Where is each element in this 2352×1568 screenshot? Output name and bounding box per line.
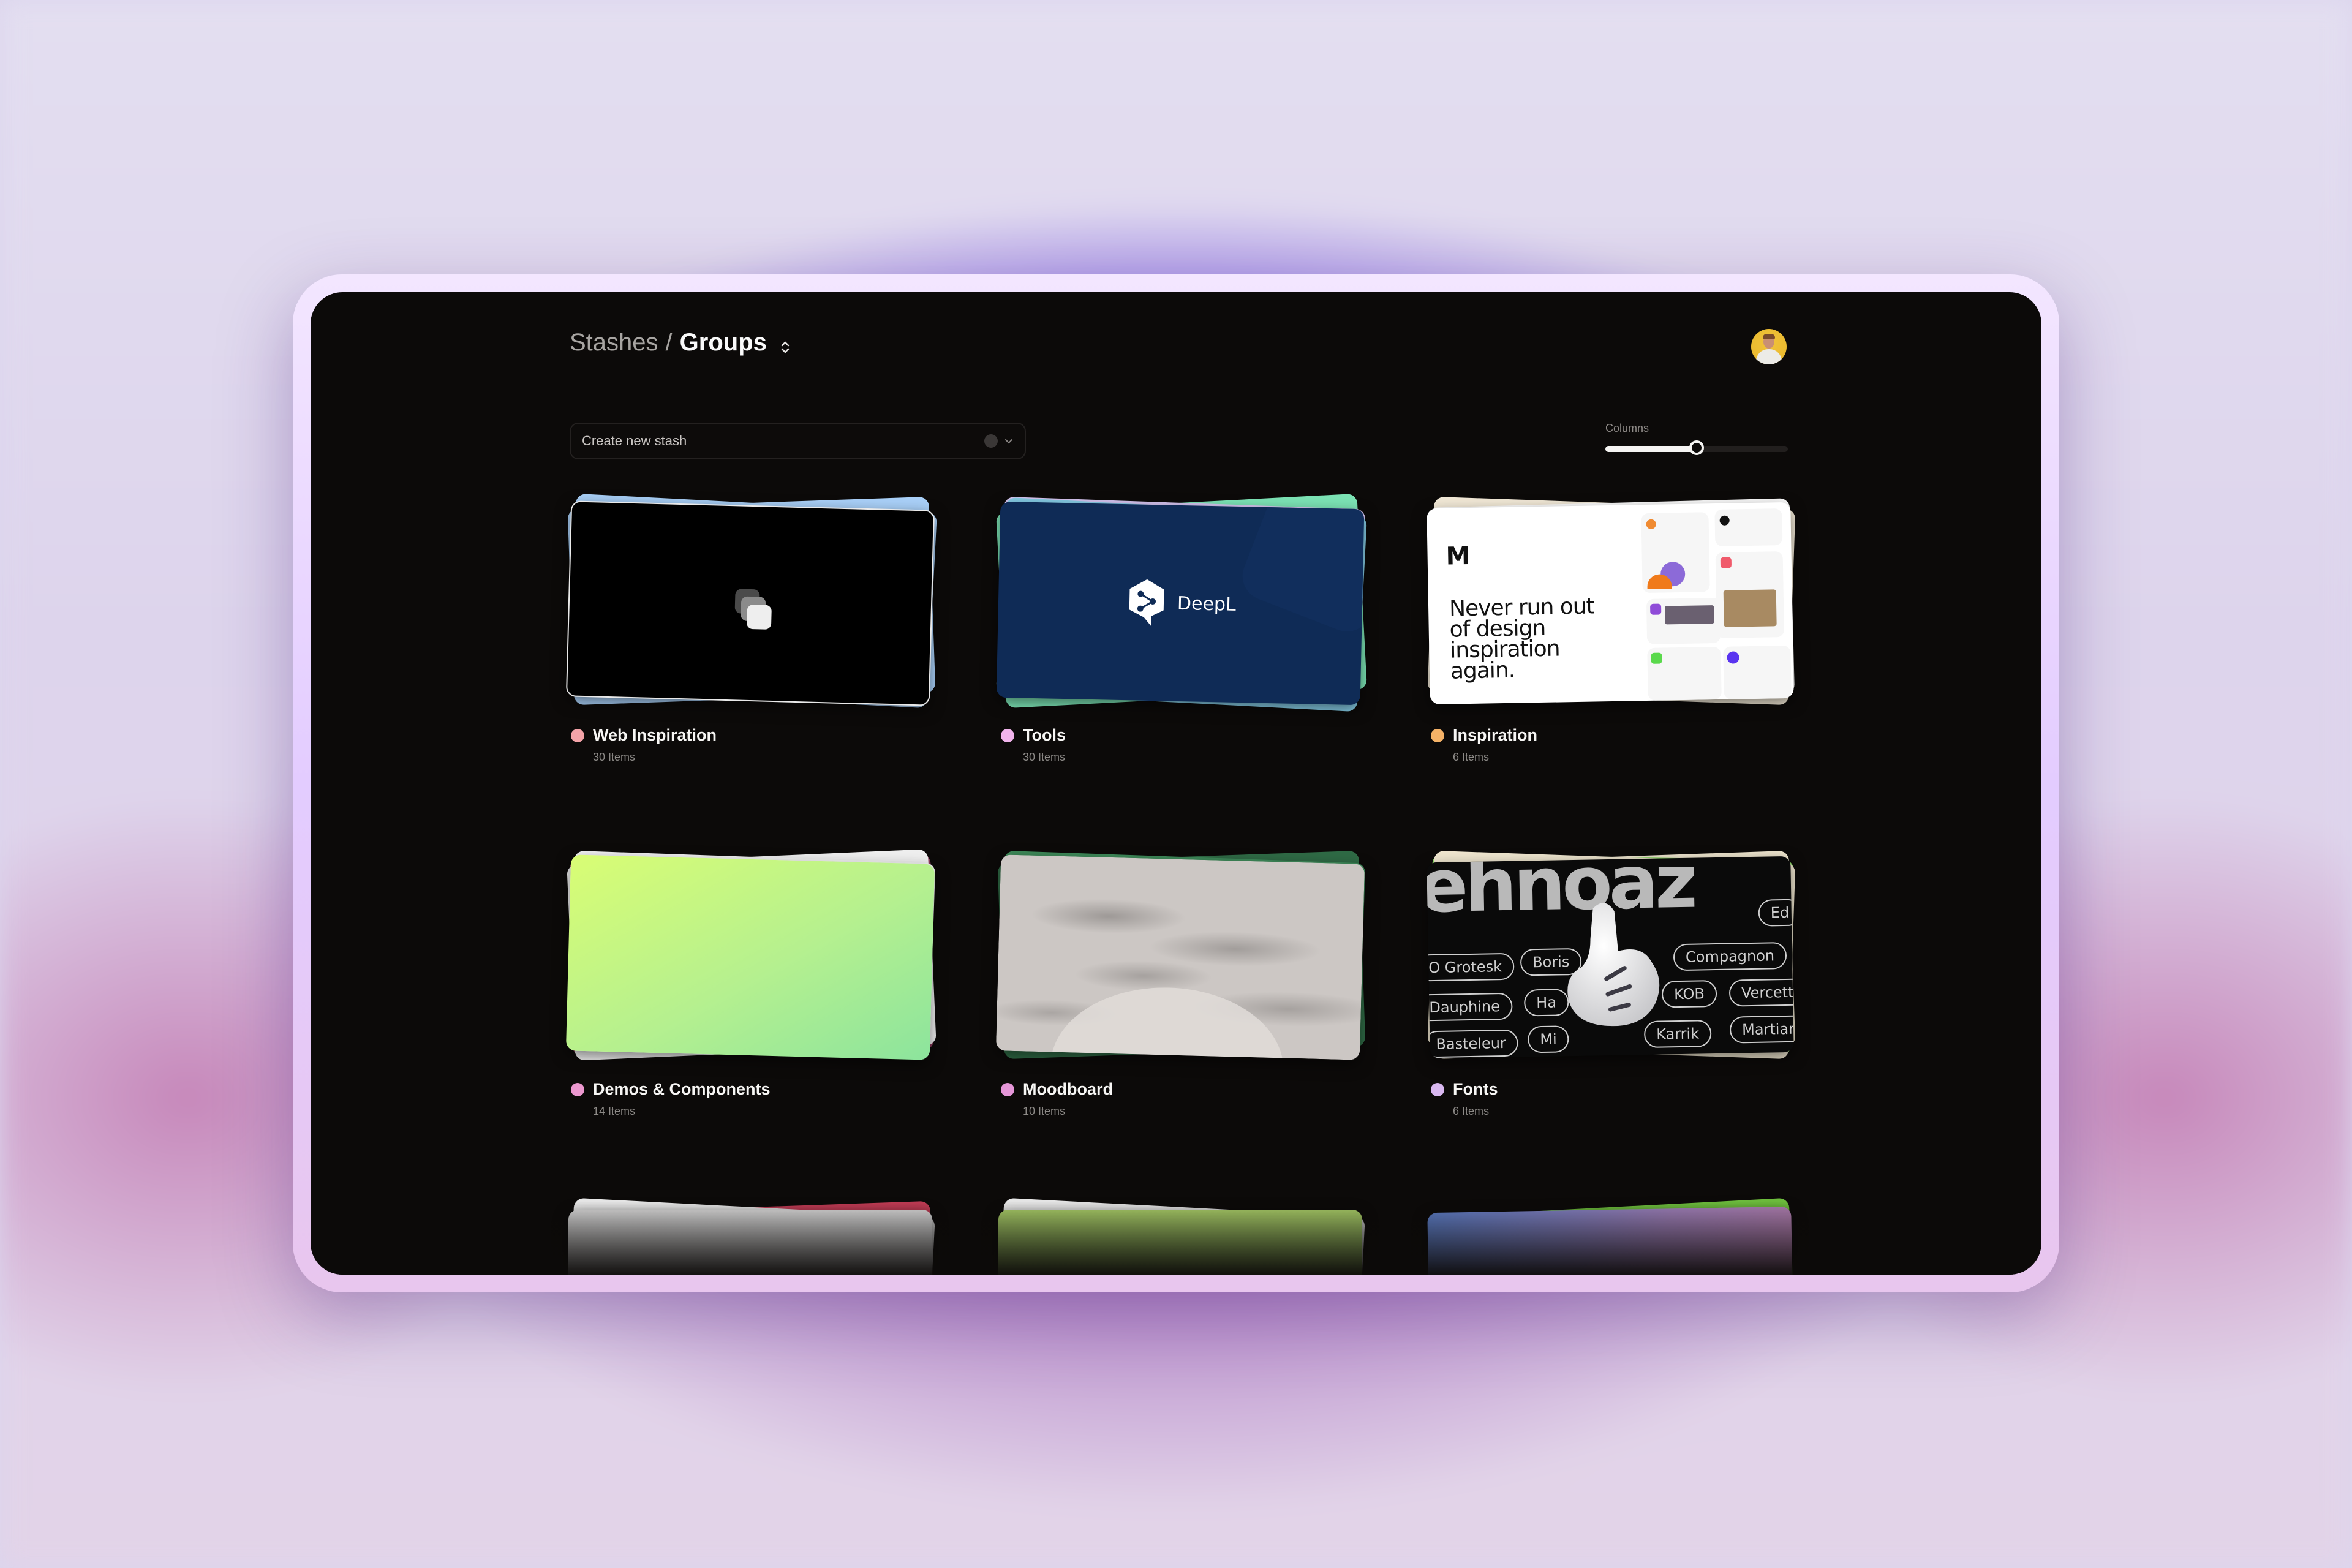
slider-thumb[interactable] [1689,440,1704,455]
group-item-count: 30 Items [593,751,636,763]
group-name[interactable]: Fonts [1453,1080,1498,1099]
scroll-fade [311,1201,2041,1275]
columns-label: Columns [1605,422,1649,434]
thumbnail-stack [564,848,937,1069]
breadcrumb-root[interactable]: Stashes [570,329,658,356]
group-item-count: 6 Items [1453,1105,1490,1117]
font-tag: Basteleur [1427,1029,1519,1058]
group-card-moodboard[interactable]: Moodboard 10 Items [993,848,1367,1118]
group-item-count: 30 Items [1023,751,1066,763]
group-name[interactable]: Web Inspiration [593,726,717,745]
thumbnail-headline: Never run out of design inspiration agai… [1449,594,1595,684]
brand-logo: M [1446,542,1467,571]
thumbnail-web [565,500,935,706]
group-card-web-inspiration[interactable]: Web Inspiration 30 Items [564,493,937,764]
font-tag: Ed [1758,899,1794,927]
create-stash-input[interactable] [582,433,984,449]
chevron-down-icon[interactable] [1004,436,1014,446]
thumbnail-stack: M Never run out of design inspiration ag… [1423,494,1797,715]
breadcrumb-current[interactable]: Groups [680,329,767,356]
user-avatar[interactable] [1751,329,1787,364]
font-tag: Compagnon [1673,941,1787,971]
group-color-dot [571,1082,584,1096]
group-item-count: 14 Items [593,1105,636,1117]
group-name[interactable]: Demos & Components [593,1080,771,1099]
chevron-up-down-icon[interactable] [780,334,790,353]
app-window: Stashes / Groups Columns [311,292,2041,1275]
group-color-dot [1431,728,1444,742]
color-picker-dot[interactable] [984,434,998,448]
font-tag: Vercetti [1728,978,1794,1007]
breadcrumb: Stashes / Groups [570,329,790,356]
slider-fill [1605,446,1697,452]
thumbnail-stack: ehnoaz O Grotesk Boris Compagnon Dauphine Ha… [1423,848,1797,1069]
thumbs-up-icon [1567,903,1660,1027]
thumbnail-fonts: ehnoaz O Grotesk Boris Compagnon Dauphine Ha… [1427,856,1794,1059]
breadcrumb-separator: / [665,329,673,356]
thumbnail-stack [564,493,937,715]
font-tag: O Grotesk [1427,952,1515,982]
group-card-demos-components[interactable]: Demos & Components 14 Items [564,848,937,1118]
deepl-logo-icon [1129,579,1164,627]
group-color-dot [1001,728,1014,742]
thumbnail-gradient [565,854,935,1060]
font-tag: Dauphine [1427,992,1513,1022]
deepl-label: DeepL [1177,592,1237,616]
group-card-inspiration[interactable]: M Never run out of design inspiration ag… [1423,494,1797,764]
thumbnail-inspiration: M Never run out of design inspiration ag… [1427,502,1794,705]
group-name[interactable]: Tools [1023,726,1066,745]
group-name[interactable]: Moodboard [1023,1080,1113,1099]
group-color-dot [1001,1082,1014,1096]
thumbnail-stack [993,848,1367,1069]
group-card-fonts[interactable]: ehnoaz O Grotesk Boris Compagnon Dauphine Ha… [1423,848,1797,1118]
thumbnail-stack: DeepL [993,493,1367,715]
group-color-dot [571,728,584,742]
thumbnail-moodboard [995,854,1365,1060]
font-tag: Martian [1729,1015,1794,1044]
columns-slider[interactable] [1605,440,1788,455]
group-item-count: 10 Items [1023,1105,1066,1117]
group-item-count: 6 Items [1453,751,1490,763]
group-color-dot [1431,1082,1444,1096]
group-card-tools[interactable]: DeepL Tools 30 Items [993,493,1367,764]
create-stash-field [570,423,1026,459]
thumbnail-deepl: DeepL [996,501,1365,706]
group-name[interactable]: Inspiration [1453,726,1537,745]
